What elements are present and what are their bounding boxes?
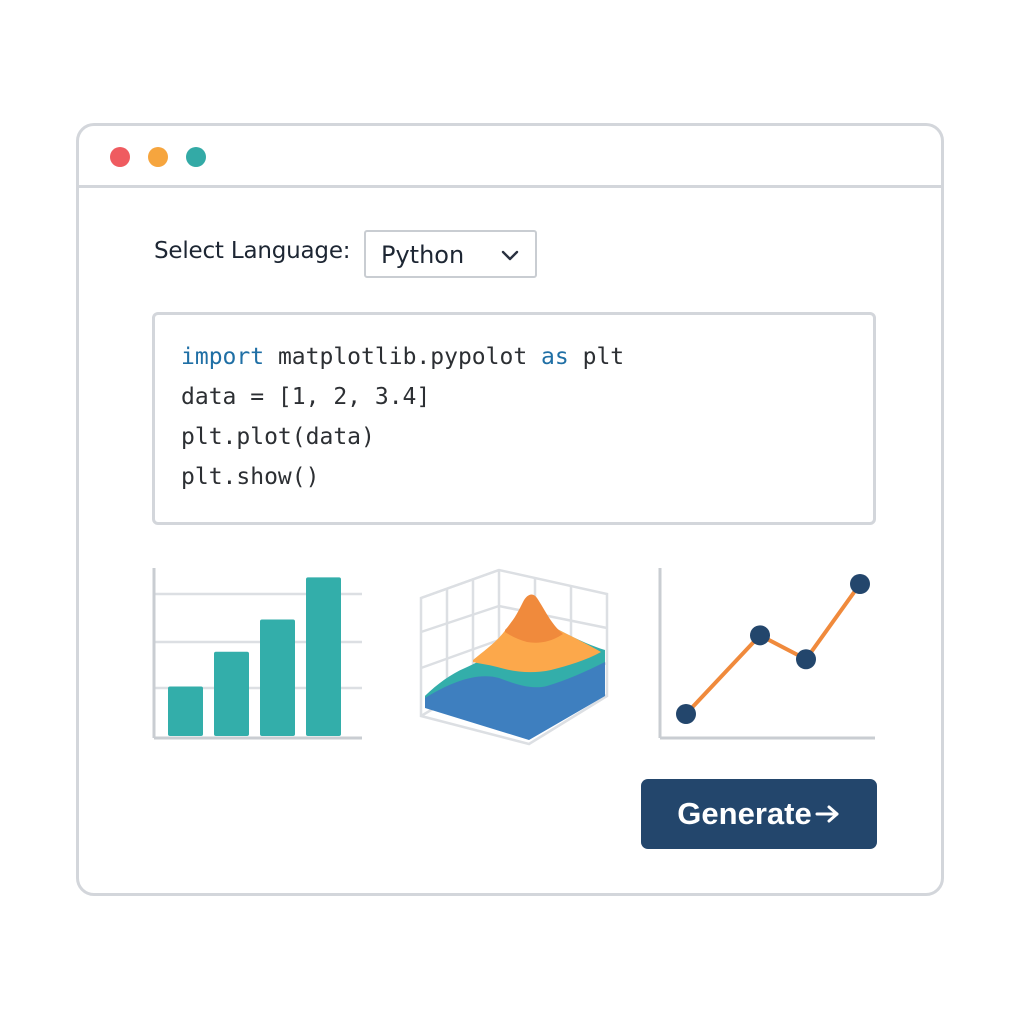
bar: [214, 651, 249, 736]
window-maximize-button[interactable]: [186, 147, 206, 167]
data-point: [750, 625, 770, 646]
code-text: data = [1, 2, 3.4]: [181, 384, 431, 410]
code-line-3: plt.plot(data): [181, 424, 375, 450]
code-line-1: import matplotlib.pypolot as plt: [181, 344, 624, 370]
select-language-label: Select Language:: [154, 238, 351, 264]
surface-plot-illustration: [419, 568, 609, 746]
code-editor[interactable]: import matplotlib.pypolot as plt data = …: [152, 312, 876, 525]
language-select[interactable]: Python: [364, 230, 537, 278]
bar: [168, 686, 203, 736]
bar: [260, 619, 295, 736]
data-point: [676, 704, 696, 724]
generate-button-label: Generate: [677, 796, 812, 831]
code-text: plt: [568, 344, 625, 370]
surface-peak: [505, 594, 563, 643]
code-text: plt.plot(data): [181, 424, 375, 450]
code-keyword: as: [541, 344, 569, 370]
app-window: Select Language: Python import matplotli…: [76, 123, 944, 896]
code-line-2: data = [1, 2, 3.4]: [181, 384, 430, 410]
code-text: plt.show(): [181, 464, 320, 490]
code-keyword: import: [181, 344, 265, 370]
window-titlebar: [79, 126, 941, 188]
arrow-right-icon: [815, 805, 839, 823]
generate-button[interactable]: Generate: [641, 779, 877, 849]
series-line: [684, 582, 862, 716]
window-close-button[interactable]: [110, 147, 130, 167]
window-minimize-button[interactable]: [148, 147, 168, 167]
code-text: matplotlib.pypolot: [264, 344, 542, 370]
language-select-value: Python: [381, 241, 465, 269]
code-line-4: plt.show(): [181, 464, 319, 490]
line-chart-illustration: [658, 568, 875, 740]
bar-chart-illustration: [152, 568, 362, 740]
data-point: [850, 574, 870, 594]
chevron-down-icon: [501, 250, 519, 261]
bar: [306, 577, 341, 736]
data-point: [796, 649, 816, 670]
